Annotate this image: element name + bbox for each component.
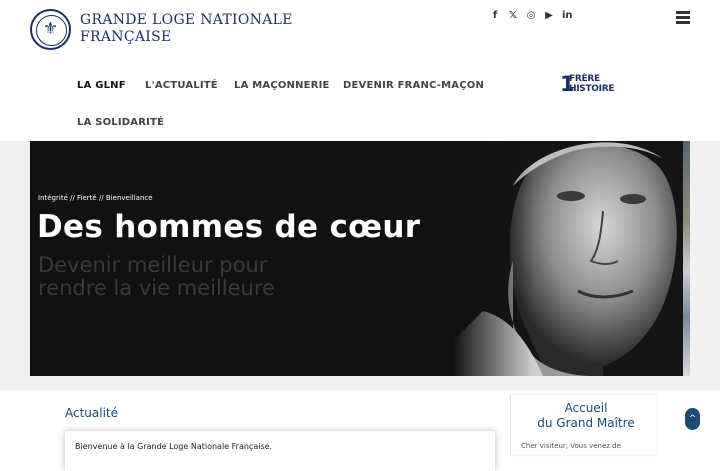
actualite-heading: Actualité bbox=[65, 406, 119, 420]
grand-maitre-title-2: du Grand Maître bbox=[537, 416, 635, 430]
next-slide-preview[interactable] bbox=[683, 141, 690, 376]
hero-tagline: Intégrité // Fierté // Bienveillance bbox=[38, 194, 153, 202]
glnf-seal-logo[interactable]: ⚜ bbox=[30, 9, 71, 50]
instagram-icon[interactable]: ◎ bbox=[526, 9, 536, 22]
nav-item-actualite[interactable]: L'ACTUALITÉ bbox=[145, 80, 218, 91]
hero-subline: Devenir meilleur pour rendre la vie meil… bbox=[38, 254, 275, 300]
facebook-icon[interactable]: f bbox=[490, 9, 500, 22]
grand-maitre-panel: Accueil du Grand Maître Cher visiteur, V… bbox=[510, 395, 656, 455]
hamburger-menu-icon[interactable] bbox=[676, 11, 690, 24]
actualite-card[interactable]: Bienvenue à la Grande Loge Nationale Fra… bbox=[65, 431, 495, 471]
grand-maitre-title[interactable]: Accueil du Grand Maître bbox=[511, 401, 661, 431]
actualite-intro: Bienvenue à la Grande Loge Nationale Fra… bbox=[75, 442, 273, 451]
fleur-de-lis-icon: ⚜ bbox=[42, 19, 59, 39]
youtube-icon[interactable]: ▶ bbox=[544, 9, 554, 22]
frere-logo-word-2: HISTOIRE bbox=[569, 84, 615, 94]
nav-item-solidarite[interactable]: LA SOLIDARITÉ bbox=[77, 117, 164, 128]
hero-banner: Intégrité // Fierté // Bienveillance Des… bbox=[30, 141, 683, 376]
x-twitter-icon[interactable]: 𝕏 bbox=[508, 9, 518, 22]
hero-subline-2: rendre la vie meilleure bbox=[38, 276, 275, 300]
frere-logo-word-1: FRÈRE bbox=[569, 74, 600, 84]
nav-item-la-glnf[interactable]: LA GLNF bbox=[77, 80, 126, 91]
frere-histoire-logo[interactable]: 1 FRÈRE HISTOIRE bbox=[560, 73, 615, 95]
back-to-top-button[interactable]: ^ bbox=[685, 408, 700, 430]
nav-item-devenir-franc-macon[interactable]: DEVENIR FRANC-MAÇON bbox=[343, 80, 484, 91]
site-title-line-2: FRANÇAISE bbox=[80, 29, 172, 45]
hero-subline-1: Devenir meilleur pour bbox=[38, 253, 268, 277]
hero-headline: Des hommes de cœur bbox=[37, 209, 421, 245]
site-header: ⚜ GRANDE LOGE NATIONALE FRANÇAISE f 𝕏 ◎ … bbox=[0, 0, 720, 141]
nav-item-maconnerie[interactable]: LA MAÇONNERIE bbox=[234, 80, 330, 91]
social-links: f 𝕏 ◎ ▶ in bbox=[490, 9, 573, 22]
site-title-line-1: GRANDE LOGE NATIONALE bbox=[80, 12, 293, 28]
grand-maitre-title-1: Accueil bbox=[564, 401, 608, 415]
site-title[interactable]: GRANDE LOGE NATIONALE FRANÇAISE bbox=[80, 12, 293, 46]
linkedin-icon[interactable]: in bbox=[562, 9, 573, 22]
hero-section: Intégrité // Fierté // Bienveillance Des… bbox=[0, 141, 720, 390]
portrait-photo bbox=[453, 141, 683, 376]
